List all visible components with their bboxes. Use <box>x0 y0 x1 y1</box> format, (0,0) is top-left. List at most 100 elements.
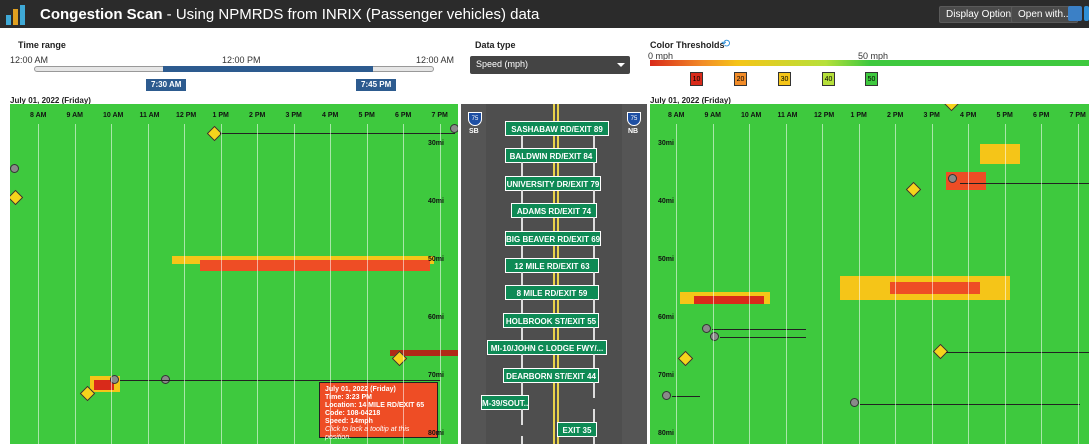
app-title-rest: - Using NPMRDS from INRIX (Passenger veh… <box>162 5 540 23</box>
hour-label: 5 PM <box>358 112 375 119</box>
color-scale-bar <box>650 60 1089 66</box>
lane-marking <box>521 409 523 425</box>
hour-gridline <box>1077 124 1079 444</box>
workzone-line <box>860 404 1080 405</box>
exit-sign[interactable]: BALDWIN RD/EXIT 84 <box>505 148 597 164</box>
title-bar: Congestion Scan - Using NPMRDS from INRI… <box>0 0 1089 28</box>
right-heatmap-panel[interactable]: 8 AM 9 AM 10 AM 11 AM 12 PM 1 PM 2 PM 3 PM 4 PM 5… <box>650 104 1089 444</box>
mile-label: 70mi <box>428 372 444 379</box>
workzone-icon[interactable] <box>662 391 671 400</box>
hour-gridline <box>785 124 787 444</box>
exit-sign[interactable]: DEARBORN ST/EXIT 44 <box>503 367 599 383</box>
mile-label: 40mi <box>658 198 674 205</box>
lane-marking <box>521 436 523 444</box>
hour-gridline <box>1004 124 1006 444</box>
chevron-down-icon <box>617 63 625 67</box>
southbound-label: SB <box>469 128 479 135</box>
mile-label: 60mi <box>428 314 444 321</box>
time-range-selection[interactable] <box>163 66 373 72</box>
hour-gridline <box>74 124 76 444</box>
mile-label: 80mi <box>428 430 444 437</box>
hour-gridline <box>257 124 258 444</box>
workzone-icon[interactable] <box>710 332 719 341</box>
hour-gridline <box>147 124 149 444</box>
left-heatmap-panel[interactable]: July 01, 2022 (Friday) Time: 3:23 PM Loc… <box>10 104 458 444</box>
time-range-label: Time range <box>18 40 66 50</box>
incident-icon[interactable] <box>905 181 922 198</box>
hour-gridline <box>968 124 969 444</box>
incident-icon[interactable] <box>10 189 24 206</box>
exit-sign[interactable]: 12 MILE RD/EXIT 63 <box>505 258 599 273</box>
exit-sign[interactable]: SASHABAW RD/EXIT 89 <box>505 121 609 136</box>
time-range-right: 12:00 AM <box>416 55 455 65</box>
hour-gridline <box>822 124 823 444</box>
hour-gridline <box>220 124 222 444</box>
time-range-left: 12:00 AM <box>10 55 49 65</box>
mile-label: 50mi <box>658 256 674 263</box>
save-icon[interactable] <box>1068 6 1082 21</box>
exit-sign[interactable]: BIG BEAVER RD/EXIT 69 <box>505 230 601 246</box>
incident-line <box>220 133 455 134</box>
workzone-icon[interactable] <box>450 124 458 133</box>
app-logo-icon <box>6 3 32 25</box>
tooltip-code: Code: 108-04218 <box>325 410 381 417</box>
time-end-handle[interactable]: 7:45 PM <box>356 79 397 91</box>
hour-label: 2 PM <box>887 112 904 119</box>
lane-marking <box>593 436 595 444</box>
threshold-box[interactable]: 30 <box>778 72 791 86</box>
hour-label: 4 PM <box>960 112 977 119</box>
workzone-line <box>720 337 806 338</box>
mile-label: 40mi <box>428 198 444 205</box>
workzone-icon[interactable] <box>702 324 711 333</box>
data-type-select[interactable]: Speed (mph) <box>470 56 630 74</box>
threshold-box[interactable]: 50 <box>865 72 878 86</box>
incident-icon[interactable] <box>677 350 694 367</box>
hour-label: 9 AM <box>66 112 83 119</box>
tooltip-time: Time: 3:23 PM <box>325 394 372 401</box>
hour-label: 12 PM <box>814 112 835 119</box>
exit-sign[interactable]: EXIT 35 <box>557 422 597 438</box>
congestion-band <box>890 282 980 294</box>
mile-label: 50mi <box>428 256 444 263</box>
help-icon[interactable] <box>1084 6 1089 21</box>
exit-sign[interactable]: ADAMS RD/EXIT 74 <box>511 203 597 219</box>
reset-icon[interactable]: ⟲ <box>721 37 730 50</box>
congestion-band <box>694 296 764 304</box>
exit-sign[interactable]: M-39/SOUT... <box>481 395 529 410</box>
hour-gridline <box>712 124 714 444</box>
tooltip-date: July 01, 2022 (Friday) <box>325 386 396 393</box>
hour-gridline <box>931 124 933 444</box>
workzone-icon[interactable] <box>948 174 957 183</box>
exit-sign[interactable]: 8 MILE RD/EXIT 59 <box>505 285 599 301</box>
color-thresholds-label: Color Thresholds <box>650 40 725 50</box>
app-title: Congestion Scan - Using NPMRDS from INRI… <box>40 6 539 23</box>
threshold-box[interactable]: 20 <box>734 72 747 86</box>
mile-label: 30mi <box>658 140 674 147</box>
threshold-box[interactable]: 40 <box>822 72 835 86</box>
hour-label: 3 PM <box>923 112 940 119</box>
time-start-handle[interactable]: 7:30 AM <box>146 79 187 91</box>
hour-gridline <box>38 124 39 444</box>
workzone-icon[interactable] <box>10 164 19 173</box>
speed-tooltip: July 01, 2022 (Friday) Time: 3:23 PM Loc… <box>319 382 438 441</box>
hour-gridline <box>858 124 860 444</box>
hour-gridline <box>403 124 404 444</box>
hour-label: 12 PM <box>176 112 197 119</box>
data-type-value: Speed (mph) <box>476 59 529 69</box>
hour-label: 6 PM <box>395 112 412 119</box>
hour-label: 7 PM <box>1069 112 1086 119</box>
threshold-box[interactable]: 10 <box>690 72 703 86</box>
exit-sign[interactable]: HOLBROOK ST/EXIT 55 <box>503 312 599 328</box>
tooltip-location: Location: 14 MILE RD/EXIT 65 <box>325 402 425 409</box>
hour-label: 9 AM <box>704 112 721 119</box>
hour-label: 5 PM <box>996 112 1013 119</box>
congestion-band <box>980 144 1020 164</box>
hour-gridline <box>366 124 368 444</box>
mile-label: 30mi <box>428 140 444 147</box>
hour-gridline <box>895 124 896 444</box>
hour-label: 1 PM <box>850 112 867 119</box>
exit-sign[interactable]: MI-10/JOHN C LODGE FWY/... <box>487 340 607 356</box>
exit-sign[interactable]: UNIVERSITY DR/EXIT 79 <box>505 175 601 191</box>
incident-icon[interactable] <box>943 104 960 112</box>
hour-gridline <box>330 124 331 444</box>
